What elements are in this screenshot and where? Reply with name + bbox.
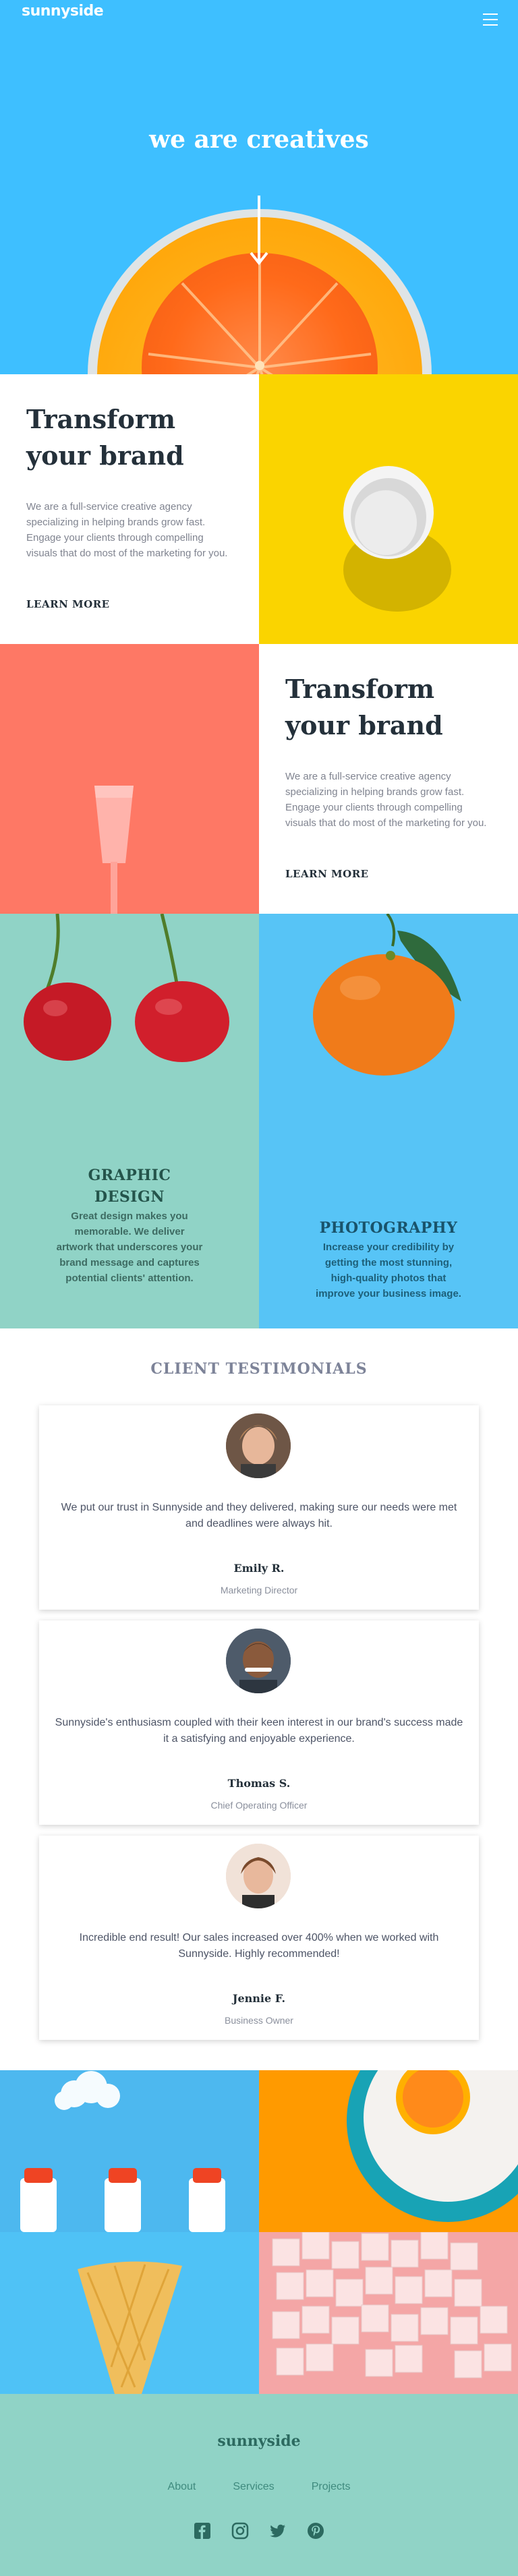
feature-body: We are a full-service creative agency sp… bbox=[285, 771, 487, 829]
gallery-sugar-cubes-image bbox=[259, 2232, 518, 2394]
footer-link-services[interactable]: Services bbox=[233, 2481, 274, 2493]
twitter-icon[interactable] bbox=[269, 2522, 287, 2540]
facebook-icon[interactable] bbox=[194, 2522, 211, 2540]
avatar bbox=[226, 1413, 291, 1478]
instagram-icon[interactable] bbox=[231, 2522, 249, 2540]
testimonial-role: Marketing Director bbox=[220, 1585, 298, 1596]
logo[interactable]: sunnyside bbox=[22, 3, 104, 20]
arrow-down-icon[interactable] bbox=[249, 196, 269, 266]
cup-image bbox=[0, 644, 259, 914]
testimonial-quote: We put our trust in Sunnyside and they d… bbox=[61, 1502, 457, 1529]
testimonial-quote: Incredible end result! Our sales increas… bbox=[79, 1932, 439, 1960]
avatar bbox=[226, 1844, 291, 1908]
cherries-image bbox=[24, 914, 229, 1062]
service-photography: PHOTOGRAPHY Increase your credibility by… bbox=[259, 914, 518, 1328]
footer: sunnyside About Services Projects bbox=[0, 2394, 518, 2576]
feature-title: Transform your brand bbox=[26, 404, 184, 471]
testimonials-heading: CLIENT TESTIMONIALS bbox=[150, 1360, 368, 1378]
learn-more-label: LEARN MORE bbox=[26, 598, 110, 610]
learn-more-link[interactable]: LEARN MORE bbox=[24, 598, 117, 611]
testimonial-name: Emily R. bbox=[233, 1562, 285, 1575]
feature-transform-text-1: Transform your brand We are a full-servi… bbox=[0, 374, 259, 644]
feature-body: We are a full-service creative agency sp… bbox=[26, 501, 228, 559]
service-graphic-design: GRAPHIC DESIGN Great design makes you me… bbox=[0, 914, 259, 1328]
testimonial-role: Chief Operating Officer bbox=[210, 1800, 308, 1811]
orange-image bbox=[313, 914, 461, 1076]
testimonial-card: We put our trust in Sunnyside and they d… bbox=[39, 1405, 479, 1610]
testimonial-card: Sunnyside's enthusiasm coupled with thei… bbox=[39, 1620, 479, 1825]
hero-section: sunnyside we are creatives bbox=[0, 0, 518, 374]
service-title: PHOTOGRAPHY bbox=[319, 1219, 458, 1237]
gallery-cone-image bbox=[0, 2232, 259, 2394]
service-body: Increase your credibility by getting the… bbox=[316, 1241, 461, 1299]
footer-link-projects[interactable]: Projects bbox=[312, 2481, 351, 2493]
service-title: GRAPHIC DESIGN bbox=[88, 1167, 171, 1206]
hero-title: we are creatives bbox=[149, 125, 369, 154]
testimonial-card: Incredible end result! Our sales increas… bbox=[39, 1836, 479, 2040]
orange-slice-image bbox=[142, 253, 378, 374]
gallery-orange-plate-image bbox=[259, 2070, 518, 2232]
testimonial-quote: Sunnyside's enthusiasm coupled with thei… bbox=[55, 1717, 463, 1745]
testimonial-name: Thomas S. bbox=[227, 1777, 291, 1790]
social-links bbox=[0, 2522, 518, 2540]
page: sunnyside we are creatives Transform you… bbox=[0, 0, 518, 2576]
testimonial-name: Jennie F. bbox=[232, 1992, 286, 2005]
egg-image bbox=[259, 374, 518, 644]
pinterest-icon[interactable] bbox=[307, 2522, 324, 2540]
feature-title: Transform your brand bbox=[285, 674, 443, 740]
service-body: Great design makes you memorable. We del… bbox=[56, 1210, 203, 1284]
learn-more-link[interactable]: LEARN MORE bbox=[283, 868, 376, 881]
footer-nav: About Services Projects bbox=[0, 2481, 518, 2493]
footer-logo[interactable]: sunnyside bbox=[0, 2432, 518, 2450]
avatar bbox=[226, 1629, 291, 1693]
feature-transform-text-2: Transform your brand We are a full-servi… bbox=[259, 644, 518, 914]
hamburger-menu-icon[interactable] bbox=[483, 13, 498, 26]
learn-more-label: LEARN MORE bbox=[285, 868, 369, 880]
footer-link-about[interactable]: About bbox=[168, 2481, 196, 2493]
gallery-milk-bottles-image bbox=[0, 2070, 259, 2232]
testimonial-role: Business Owner bbox=[225, 2015, 293, 2026]
orange-core bbox=[255, 361, 264, 370]
